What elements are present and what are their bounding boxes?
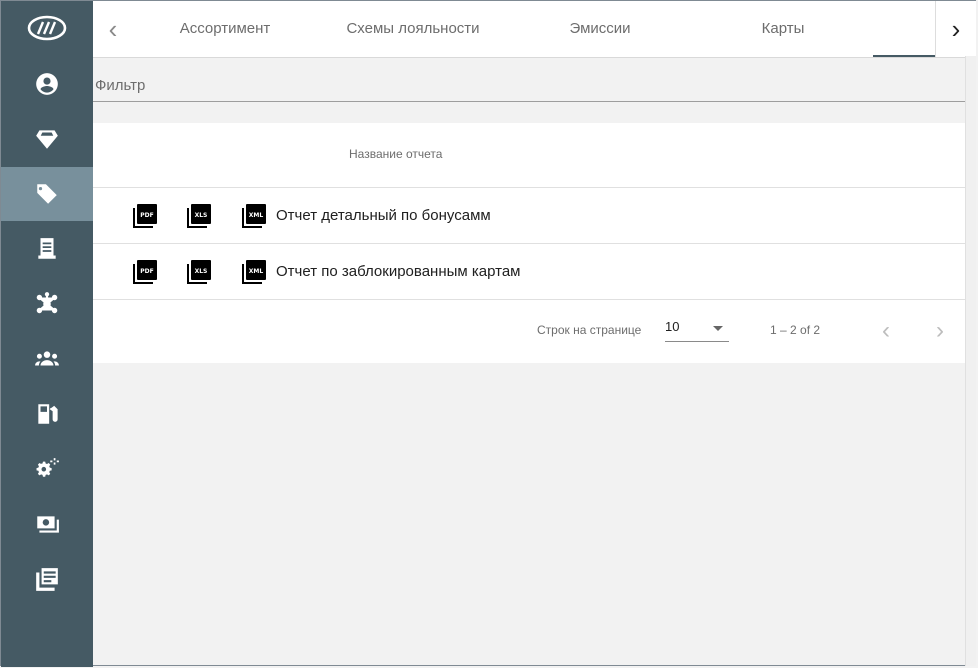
fuel-icon — [38, 404, 58, 424]
account-icon — [36, 73, 58, 95]
group-icon — [35, 351, 59, 366]
table-row: PDF XLS XML Отчет детальный по бонусамм — [93, 188, 973, 244]
svg-text:XLS: XLS — [195, 212, 208, 219]
svg-text:XML: XML — [249, 212, 264, 219]
sidebar-item-fuel[interactable] — [1, 387, 93, 441]
filter-field[interactable]: Фильтр — [93, 58, 973, 102]
sidebar-item-account[interactable] — [1, 57, 93, 111]
sidebar-item-receipt[interactable] — [1, 222, 93, 276]
tab-assortment[interactable]: Ассортимент — [155, 1, 295, 57]
xls-file-icon[interactable]: XLS — [187, 260, 211, 284]
table-header: Название отчета — [93, 123, 973, 188]
sidebar-item-network[interactable] — [1, 277, 93, 331]
tab-loyalty-schemes[interactable]: Схемы лояльности — [323, 1, 503, 57]
tabs-next-button[interactable]: › — [935, 1, 976, 57]
svg-text:XML: XML — [249, 268, 264, 275]
svg-text:XLS: XLS — [195, 268, 208, 275]
xml-file-icon[interactable]: XML — [242, 260, 266, 284]
previous-page-button[interactable]: ‹ — [871, 313, 901, 349]
sidebar-item-groups[interactable] — [1, 332, 93, 386]
rows-per-page-select[interactable]: 10 — [665, 319, 729, 342]
sidebar-item-library[interactable] — [1, 552, 93, 606]
report-name: Отчет детальный по бонусамм — [276, 207, 491, 224]
tab-reports[interactable] — [873, 1, 935, 57]
column-header-report-name[interactable]: Название отчета — [349, 147, 442, 161]
tabs-prev-button[interactable]: ‹ — [93, 1, 133, 57]
active-tab-indicator — [873, 55, 935, 57]
diamond-icon — [36, 130, 58, 149]
cash-icon — [37, 516, 59, 533]
pdf-file-icon[interactable]: PDF — [133, 260, 157, 284]
xml-file-icon[interactable]: XML — [242, 204, 266, 228]
rows-per-page-label: Строк на странице — [537, 323, 642, 337]
report-name: Отчет по заблокированным картам — [276, 263, 521, 280]
table-row: PDF XLS XML Отчет по заблокированным кар… — [93, 244, 973, 300]
reports-table: Название отчета PDF XLS XML Отчет деталь… — [93, 123, 973, 363]
rows-per-page-value: 10 — [665, 319, 680, 334]
sidebar-item-cash[interactable] — [1, 497, 93, 551]
tag-icon — [36, 184, 57, 204]
page-range-label: 1 – 2 of 2 — [770, 323, 821, 337]
sidebar-item-diamond[interactable] — [1, 112, 93, 166]
sidebar-item-tags[interactable] — [1, 167, 93, 221]
caret-down-icon — [713, 326, 723, 331]
vertical-scrollbar[interactable] — [965, 56, 976, 666]
network-icon — [36, 292, 58, 314]
settings-icon — [36, 458, 59, 477]
xls-file-icon[interactable]: XLS — [187, 204, 211, 228]
filter-label: Фильтр — [95, 77, 146, 94]
svg-text:PDF: PDF — [140, 268, 153, 275]
library-icon — [36, 568, 58, 591]
next-page-button[interactable]: › — [925, 313, 955, 349]
pdf-file-icon[interactable]: PDF — [133, 204, 157, 228]
tab-cards[interactable]: Карты — [713, 1, 853, 57]
paginator: Строк на странице 10 1 – 2 of 2 ‹ › — [93, 299, 973, 363]
sidebar — [1, 1, 93, 667]
sidebar-logo[interactable] — [1, 1, 93, 55]
sidebar-item-settings[interactable] — [1, 442, 93, 496]
receipt-icon — [38, 238, 56, 259]
logo-icon — [27, 15, 67, 41]
tab-bar: ‹ Ассортимент Схемы лояльности Эмиссии К… — [93, 1, 976, 58]
svg-text:PDF: PDF — [140, 212, 153, 219]
tab-emissions[interactable]: Эмиссии — [533, 1, 667, 57]
